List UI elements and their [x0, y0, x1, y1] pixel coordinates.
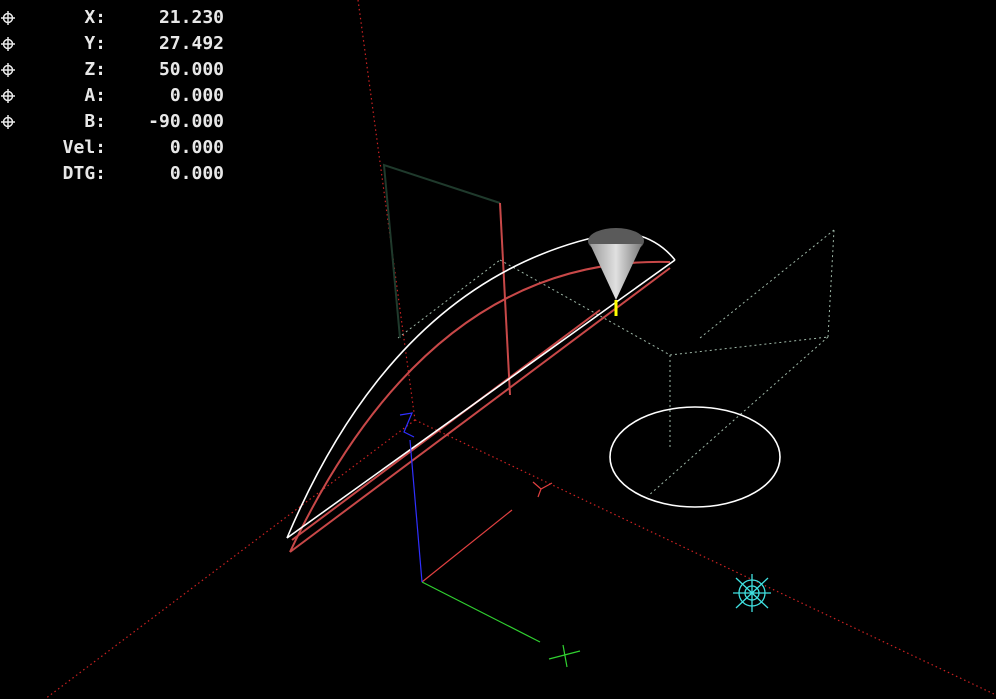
- tool-cone-icon: [588, 228, 644, 316]
- dro-row: Y: 27.492: [0, 31, 224, 57]
- y-axis-line: [421, 581, 541, 643]
- digital-readout: X: 21.230 Y: 27.492 Z: 50.000 A: 0.000 B: -90.000…: [0, 5, 224, 187]
- limit-edge-vertical: [357, 0, 416, 421]
- dro-axis-value: -90.000: [148, 111, 224, 132]
- dro-row: Vel: 0.000: [0, 135, 224, 161]
- homed-target-icon: [1, 63, 15, 77]
- dro-row: A: 0.000: [0, 83, 224, 109]
- dro-axis-label: B:: [84, 111, 106, 132]
- 3d-preview-viewport[interactable]: X: 21.230 Y: 27.492 Z: 50.000 A: 0.000 B: -90.000…: [0, 0, 996, 699]
- axis-triad: [399, 412, 581, 668]
- dro-axis-label: Z:: [84, 59, 106, 80]
- dro-row: B: -90.000: [0, 109, 224, 135]
- homed-target-icon: [1, 11, 15, 25]
- circle-toolpath: [609, 406, 781, 508]
- dro-row: DTG: 0.000: [0, 161, 224, 187]
- dro-axis-label: A:: [84, 85, 106, 106]
- limit-edge-right: [414, 419, 996, 696]
- z-axis-line: [409, 439, 423, 583]
- dro-axis-value: 0.000: [169, 85, 224, 106]
- dro-axis-value: 0.000: [169, 163, 224, 184]
- homed-target-icon: [1, 115, 15, 129]
- dro-axis-value: 0.000: [169, 137, 224, 158]
- dro-axis-label: Y:: [84, 33, 106, 54]
- dro-axis-value: 21.230: [158, 7, 224, 28]
- dro-axis-value: 50.000: [158, 59, 224, 80]
- origin-marker-icon: [733, 574, 771, 612]
- homed-target-icon: [1, 37, 15, 51]
- dro-axis-label: Vel:: [62, 137, 106, 158]
- dro-axis-label: DTG:: [62, 163, 106, 184]
- dro-row: Z: 50.000: [0, 57, 224, 83]
- limit-edge-left: [44, 419, 416, 699]
- homed-target-icon: [1, 89, 15, 103]
- x-axis-line: [421, 509, 513, 583]
- dro-axis-label: X:: [84, 7, 106, 28]
- dro-axis-value: 27.492: [158, 33, 224, 54]
- dro-row: X: 21.230: [0, 5, 224, 31]
